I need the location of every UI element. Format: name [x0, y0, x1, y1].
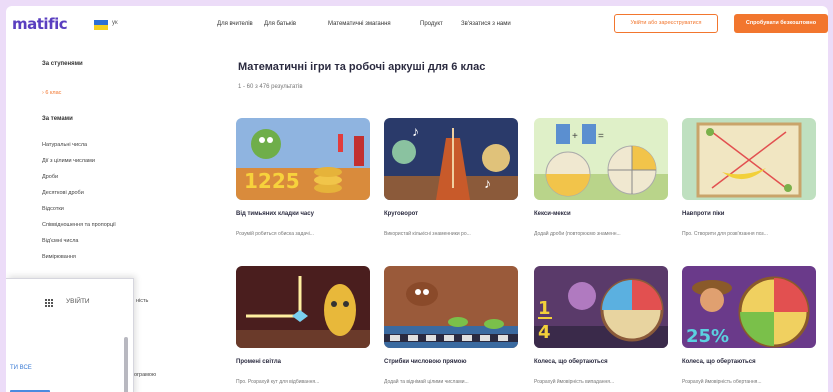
sidebar-item-topic[interactable]: Натуральні числа	[42, 142, 87, 148]
game-thumbnail[interactable]: ♪ ♪	[384, 118, 518, 200]
nav-math-competitions[interactable]: Математичні змагання	[328, 21, 391, 27]
svg-text:♪: ♪	[412, 123, 419, 139]
svg-text:♪: ♪	[484, 175, 491, 191]
mobile-menu-popup: УВІЙТИ ТИ ВСЕ	[6, 278, 134, 392]
game-card[interactable]: 1225 Від тимьяних кладки часу Розумій ро…	[236, 118, 370, 237]
svg-text:+: +	[572, 131, 578, 142]
show-all-link[interactable]: ТИ ВСЕ	[10, 365, 32, 371]
sidebar-item-topic[interactable]: Вимірювання	[42, 254, 76, 260]
matific-logo[interactable]: matific	[12, 15, 68, 33]
game-title[interactable]: Кекси-мекси	[534, 211, 571, 217]
nav-product[interactable]: Продукт	[420, 21, 443, 27]
nav-contact-us[interactable]: Зв'язатися з нами	[461, 21, 511, 27]
game-thumbnail[interactable]	[384, 266, 518, 348]
ukraine-flag-icon[interactable]	[94, 20, 108, 30]
sidebar-heading-grades: За ступенями	[42, 61, 83, 67]
game-title[interactable]: Стрибки числовою прямою	[384, 359, 467, 365]
sidebar-item-topic[interactable]: Відсотки	[42, 206, 64, 212]
popup-scrollbar[interactable]	[124, 337, 128, 392]
page-title: Математичні ігри та робочі аркуші для 6 …	[238, 61, 486, 73]
language-selector[interactable]: ук	[112, 20, 118, 26]
svg-text:25%: 25%	[686, 326, 729, 347]
game-title[interactable]: Від тимьяних кладки часу	[236, 211, 314, 217]
game-thumbnail[interactable]	[682, 118, 816, 200]
svg-text:1: 1	[538, 298, 551, 319]
game-description: Додай дроби (повторюємо знаменн...	[534, 231, 621, 237]
game-thumbnail[interactable]: 25%	[682, 266, 816, 348]
game-title[interactable]: Колеса, що обертаються	[682, 359, 756, 365]
sidebar-item-topic[interactable]: Десяткові дроби	[42, 190, 84, 196]
game-thumbnail[interactable]: 1225	[236, 118, 370, 200]
game-thumbnail[interactable]: + =	[534, 118, 668, 200]
sidebar-item-partial[interactable]: ність	[136, 298, 148, 304]
game-title[interactable]: Круговорот	[384, 211, 418, 217]
sidebar-item-topic[interactable]: Співвідношення та пропорції	[42, 222, 116, 228]
game-description: Використай кількісні знаменники ро...	[384, 231, 471, 237]
game-card[interactable]: Промені світла Про. Розрахуй кут для від…	[236, 266, 370, 385]
game-description: Про. Створити для розв'язання поз...	[682, 231, 768, 237]
results-count: 1 - 60 з 476 результатів	[238, 84, 303, 90]
svg-text:1225: 1225	[244, 169, 300, 193]
game-title[interactable]: Колеса, що обертаються	[534, 359, 608, 365]
svg-text:=: =	[598, 131, 604, 142]
game-card[interactable]: 1 4 Колеса, що обертаються Розрахуй ймов…	[534, 266, 668, 385]
svg-text:4: 4	[538, 322, 551, 343]
game-description: Розрахуй ймовірність випадання...	[534, 379, 615, 385]
game-description: Розумій робиться обиска задачі...	[236, 231, 314, 237]
game-title[interactable]: Промені світла	[236, 359, 281, 365]
top-header: matific ук Для вчителів Для батьків Мате…	[6, 6, 828, 44]
game-card[interactable]: ♪ ♪ Круговорот Використай кількісні знам…	[384, 118, 518, 237]
sidebar-item-topic[interactable]: Від'ємні числа	[42, 238, 78, 244]
game-thumbnail[interactable]	[236, 266, 370, 348]
try-free-button[interactable]: Спробувати безкоштовно	[734, 14, 828, 33]
sidebar-item-topic[interactable]: Дії з цілими числами	[42, 158, 95, 164]
sidebar-item-grade-6[interactable]: › 6 клас	[42, 90, 61, 96]
sidebar-item-topic[interactable]: Дроби	[42, 174, 58, 180]
login-link[interactable]: УВІЙТИ	[66, 298, 90, 305]
game-card[interactable]: Навпроти піки Про. Створити для розв'яза…	[682, 118, 816, 237]
apps-grid-icon[interactable]	[44, 298, 53, 307]
page: matific ук Для вчителів Для батьків Мате…	[6, 6, 828, 392]
nav-for-teachers[interactable]: Для вчителів	[217, 21, 253, 27]
login-register-button[interactable]: Увійти або зареєструватися	[614, 14, 718, 33]
game-description: Додай та віднімай цілими числами...	[384, 379, 469, 385]
nav-for-parents[interactable]: Для батьків	[264, 21, 296, 27]
game-description: Розрахуй ймовірність обертання...	[682, 379, 762, 385]
game-card[interactable]: + = Кекси-мекси Додай дроби (повторюємо …	[534, 118, 668, 237]
game-card[interactable]: 25% Колеса, що обертаються Розрахуй ймов…	[682, 266, 816, 385]
game-title[interactable]: Навпроти піки	[682, 211, 724, 217]
game-description: Про. Розрахуй кут для відбивання...	[236, 379, 320, 385]
game-thumbnail[interactable]: 1 4	[534, 266, 668, 348]
sidebar-heading-topics: За темами	[42, 116, 73, 122]
game-card[interactable]: Стрибки числовою прямою Додай та відніма…	[384, 266, 518, 385]
